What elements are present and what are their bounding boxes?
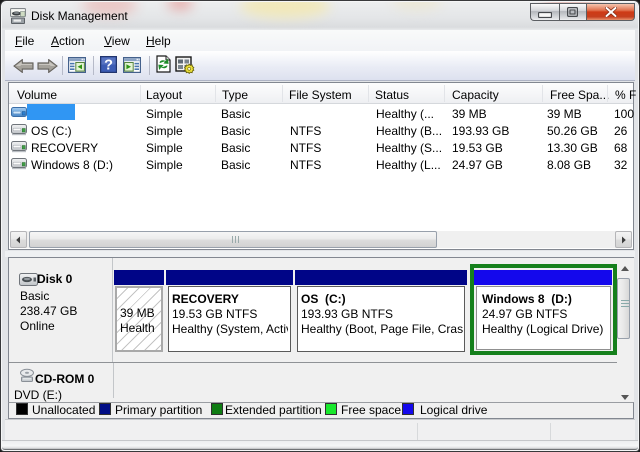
- svg-text:?: ?: [104, 58, 113, 73]
